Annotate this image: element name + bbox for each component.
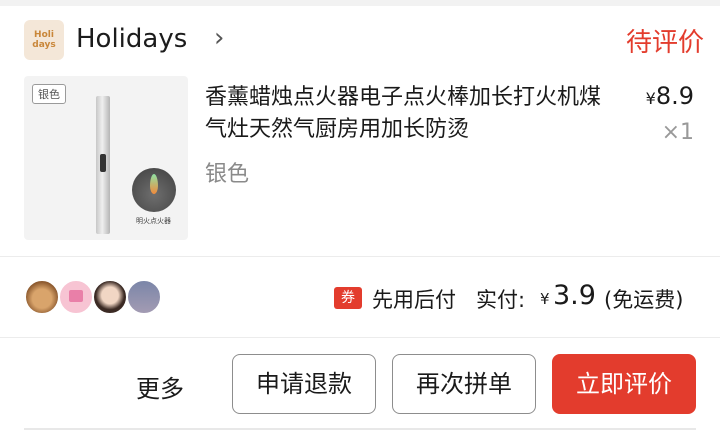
top-divider-strip bbox=[0, 0, 720, 6]
paid-amount: 3.9 bbox=[553, 280, 596, 311]
shop-logo-line1: Holi bbox=[34, 30, 54, 40]
thumbnail-variant-tag: 银色 bbox=[32, 84, 66, 104]
avatar bbox=[24, 279, 60, 315]
rebuy-group-button[interactable]: 再次拼单 bbox=[392, 354, 536, 414]
thumbnail-caption: 明火点火器 bbox=[136, 217, 171, 225]
group-buyer-avatars[interactable] bbox=[24, 279, 174, 317]
pay-later-label: 先用后付 bbox=[372, 288, 456, 312]
avatar bbox=[126, 279, 162, 315]
product-title[interactable]: 香薰蜡烛点火器电子点火棒加长打火机煤气灶天然气厨房用加长防烫 bbox=[205, 82, 620, 146]
shipping-note: (免运费) bbox=[604, 288, 684, 312]
shop-name-link[interactable]: Holidays bbox=[76, 24, 187, 54]
unit-price: ¥8.9 bbox=[646, 82, 694, 110]
cup-icon bbox=[69, 290, 83, 302]
more-actions-link[interactable]: 更多 bbox=[136, 369, 184, 404]
paid-label: 实付: bbox=[476, 288, 526, 312]
order-status-label: 待评价 bbox=[625, 28, 704, 58]
shop-header: Holi days Holidays › 待评价 bbox=[24, 20, 704, 64]
section-divider bbox=[0, 256, 720, 257]
chevron-right-icon[interactable]: › bbox=[214, 23, 224, 53]
section-divider bbox=[0, 337, 720, 338]
unit-price-currency: ¥ bbox=[645, 89, 656, 108]
avatar bbox=[92, 279, 128, 315]
coupon-badge-icon: 券 bbox=[334, 287, 362, 309]
product-variant: 银色 bbox=[205, 162, 250, 187]
flame-icon bbox=[150, 174, 158, 194]
lighter-button-graphic bbox=[100, 154, 106, 172]
avatar bbox=[58, 279, 94, 315]
request-refund-button[interactable]: 申请退款 bbox=[232, 354, 376, 414]
review-now-button[interactable]: 立即评价 bbox=[552, 354, 696, 414]
paid-currency: ¥ bbox=[540, 290, 550, 308]
bottom-divider bbox=[24, 428, 696, 430]
unit-price-value: 8.9 bbox=[655, 82, 694, 110]
product-quantity: ×1 bbox=[661, 120, 694, 145]
shop-logo[interactable]: Holi days bbox=[24, 20, 64, 60]
product-thumbnail[interactable]: 银色 明火点火器 bbox=[24, 76, 188, 240]
shop-logo-line2: days bbox=[32, 40, 56, 50]
